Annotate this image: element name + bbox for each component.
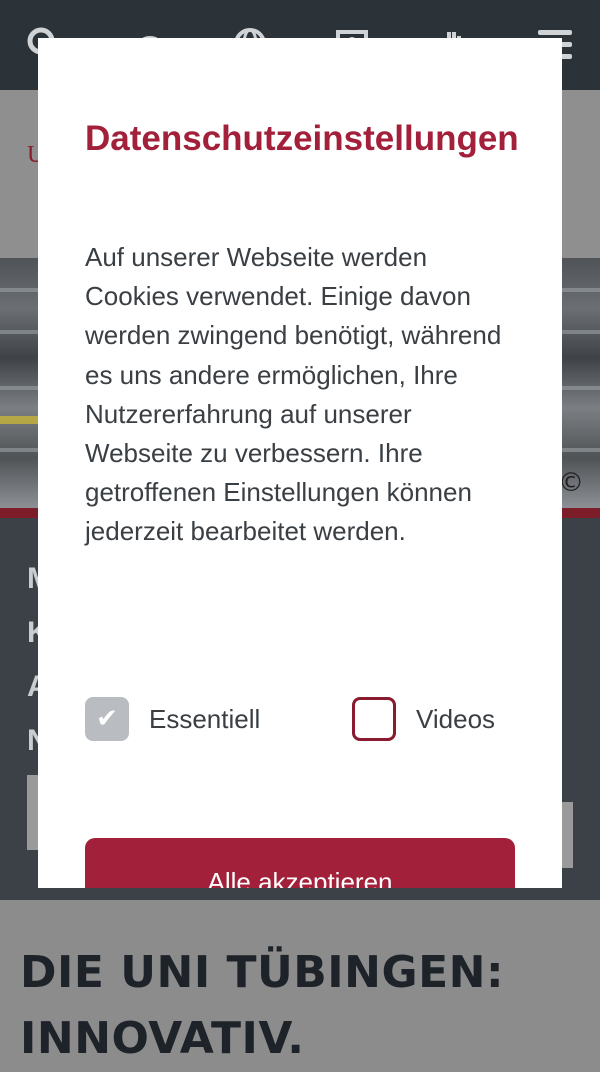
essentiell-checkbox[interactable]: ✔	[85, 697, 129, 741]
videos-label[interactable]: Videos	[416, 704, 495, 735]
dialog-description: Auf unserer Webseite werden Cookies verw…	[85, 242, 502, 547]
dialog-title: Datenschutzeinstellungen	[85, 119, 519, 158]
privacy-settings-dialog: Datenschutzeinstellungen Auf unserer Web…	[38, 38, 562, 888]
videos-checkbox[interactable]	[352, 697, 396, 741]
page-headline: DIE UNI TÜBINGEN: INNOVATIV.	[20, 947, 505, 1064]
accept-all-button[interactable]: Alle akzeptieren	[85, 838, 515, 888]
option-essentiell: ✔ Essentiell	[85, 696, 260, 742]
essentiell-label: Essentiell	[149, 703, 261, 734]
option-videos: Videos	[352, 696, 495, 742]
checkmark-icon: ✔	[96, 704, 118, 734]
